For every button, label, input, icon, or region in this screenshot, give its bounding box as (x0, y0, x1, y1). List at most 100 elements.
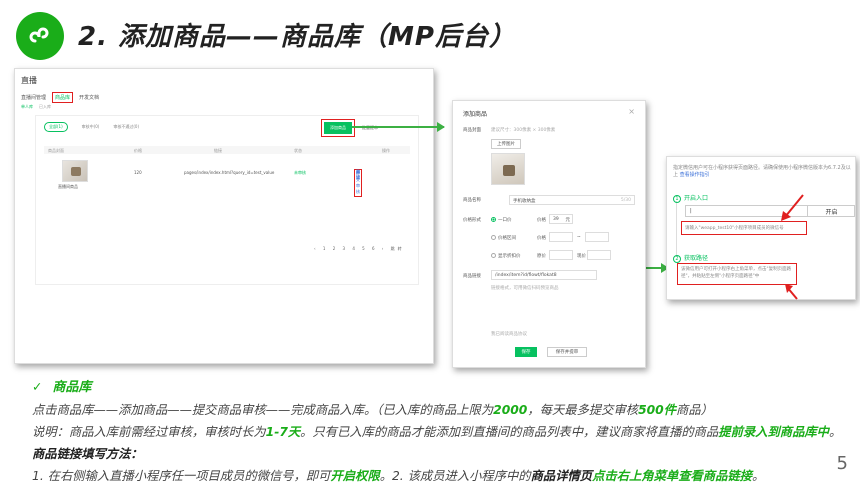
product-library-screenshot: 直播 直播间管理 商品库 开发文档 单人库 已入库 全部(1) 审核中(0) 审… (14, 68, 434, 364)
line4-text: 1. 在右侧输入直播小程序任一项目成员的微信号，即可 (32, 469, 331, 482)
link-hint: 链接格式，可用微信扫码预览商品 (491, 286, 559, 291)
price-range-label: 价格区间 (498, 236, 516, 241)
step-2-hint: 该微信用户可打开小程序右上角菜单，点击"复制页面路径"，并粘贴至左侧"小程序页面… (681, 267, 792, 279)
enable-button[interactable]: 开启 (807, 205, 855, 217)
price-discount-option[interactable]: 显示折扣价 (491, 253, 521, 259)
current-price-label: 现价 (577, 254, 586, 259)
line2-highlight-advice: 提前录入到商品库中 (718, 425, 829, 439)
add-product-dialog-screenshot: 添加商品 × 商品封面 建议尺寸：300像素 × 300像素 上传图片 商品名称… (452, 100, 646, 368)
step-enable: 1 开启入口 (673, 193, 708, 203)
save-and-submit-button[interactable]: 保存并提审 (547, 347, 587, 357)
name-counter: 5/30 (620, 198, 631, 203)
price-fixed-label: 一口价 (498, 218, 512, 223)
save-button[interactable]: 保存 (515, 347, 537, 357)
arrow-to-dialog (352, 122, 445, 132)
radio-icon (491, 235, 496, 240)
original-price-input[interactable] (549, 250, 573, 260)
cover-hint: 建议尺寸：300像素 × 300像素 (491, 128, 556, 133)
slide-title: 2. 添加商品——商品库（MP后台） (78, 22, 516, 52)
current-price-input[interactable] (587, 250, 611, 260)
notes-heading-line: ✓ 商品库 (32, 376, 852, 399)
close-icon[interactable]: × (628, 107, 635, 116)
permission-description: 指定微信用户可在小程序获得页面路径。请确保使用小程序微信版本为6.7.2及以上 … (673, 165, 853, 179)
price-range-min-input[interactable] (549, 232, 573, 242)
product-link-input[interactable]: /index/item?id/flowt/flokat8 (491, 270, 597, 280)
step-2-label: 获取路径 (684, 255, 709, 262)
line1-highlight-daily: 500件 (638, 403, 677, 417)
tab-dev-docs[interactable]: 开发文档 (79, 94, 99, 101)
notes-line-2: 说明：商品入库前需经过审核，审核时长为1-7天。只有已入库的商品才能添加到直播间… (32, 421, 852, 443)
price-fixed-value: 39 (553, 217, 559, 222)
step-1-label: 开启入口 (684, 195, 709, 202)
product-panel: 全部(1) 审核中(0) 审核不通过(0) 添加商品 批量提审 商品封面 价格 … (35, 115, 419, 285)
line2-text-2: 。只有已入库的商品才能添加到直播间的商品列表中，建议商家将直播的商品 (300, 425, 719, 439)
delete-link[interactable]: 删除 (356, 169, 360, 181)
price-label: 价格形式 (463, 218, 481, 223)
red-arrow-icon (781, 194, 804, 221)
line4-text-3: 。 (751, 469, 765, 482)
line1-text-3: 商品） (676, 403, 713, 417)
price-range-option[interactable]: 价格区间 (491, 235, 516, 241)
notes-line-3: 商品链接填写方法： (32, 443, 852, 465)
price-discount-label: 显示折扣价 (498, 254, 521, 259)
filter-all[interactable]: 全部(1) (44, 122, 68, 132)
col-status: 状态 (294, 148, 302, 153)
top-tabs: 直播间管理 商品库 开发文档 (15, 91, 433, 103)
subtab-stored[interactable]: 已入库 (39, 104, 51, 110)
line1-text-2: ，每天最多提交审核 (527, 403, 639, 417)
guide-link[interactable]: 查看操作指引 (680, 172, 710, 178)
link-label: 商品链接 (463, 274, 481, 279)
path-permission-screenshot: 指定微信用户可在小程序获得页面路径。请确保使用小程序微信版本为6.7.2及以上 … (666, 156, 856, 300)
price-unit: 元 (565, 218, 571, 223)
page-header: 直播 (21, 76, 37, 85)
mini-program-icon (29, 27, 49, 43)
product-link: pages/index/index.html?query_id=test_val… (184, 170, 275, 175)
cover-label: 商品封面 (463, 128, 481, 133)
range-separator: ~ (577, 235, 581, 240)
upload-image-button[interactable]: 上传图片 (491, 139, 521, 149)
product-name-input[interactable]: 手机收纳盒 5/30 (509, 195, 635, 205)
step-1-badge: 1 (673, 195, 681, 203)
tab-product-library[interactable]: 商品库 (52, 91, 74, 103)
filter-rejected[interactable]: 审核不通过(0) (113, 124, 139, 130)
tab-room-manage[interactable]: 直播间管理 (21, 94, 46, 101)
filter-reviewing[interactable]: 审核中(0) (82, 124, 100, 130)
table-header: 商品封面 价格 链接 状态 操作 (44, 146, 410, 154)
terms-checkbox[interactable]: 我已阅读商品协议 (491, 331, 527, 337)
input-cursor: | (690, 208, 692, 214)
subtab-pending[interactable]: 单人库 (21, 104, 33, 110)
price-range-max-input[interactable] (585, 232, 609, 242)
line4-bold-detail: 商品详情页 (530, 469, 593, 482)
product-link-value: /index/item?id/flowt/flokat8 (495, 273, 557, 278)
name-label: 商品名称 (463, 198, 481, 203)
original-price-label: 原价 (537, 254, 546, 259)
col-price: 价格 (134, 148, 142, 153)
dialog-title: 添加商品 (463, 111, 488, 118)
mini-program-logo (16, 12, 64, 60)
red-arrow-icon (785, 284, 798, 300)
col-ops: 操作 (382, 148, 390, 153)
sub-tabs: 单人库 已入库 (15, 103, 433, 111)
link-method-heading: 商品链接填写方法： (32, 447, 143, 461)
notes-line-1: 点击商品库——添加商品——提交商品审核——完成商品入库。（已入库的商品上限为20… (32, 399, 852, 421)
notes-heading: 商品库 (52, 380, 92, 395)
explanation-notes: ✓ 商品库 点击商品库——添加商品——提交商品审核——完成商品入库。（已入库的商品… (32, 376, 852, 482)
price-fixed-field-label: 价格 (537, 218, 546, 223)
radio-checked-icon (491, 217, 496, 222)
pagination[interactable]: ‹ 1 2 3 4 5 6 › 跳转 (314, 246, 405, 252)
product-thumbnail (62, 160, 88, 182)
price-fixed-input[interactable]: 39 元 (549, 214, 573, 224)
cover-preview (491, 153, 525, 185)
line2-text: 说明：商品入库前需经过审核，审核时长为 (32, 425, 266, 439)
step-1-hint: 请输入"weapp_test10"小程序项目成员的微信号 (685, 226, 784, 231)
step-connector (676, 201, 677, 257)
col-cover: 商品封面 (48, 148, 64, 153)
add-product-button[interactable]: 添加商品 (321, 119, 355, 137)
step-get-path: 2 获取路径 (673, 253, 708, 263)
check-icon: ✓ (32, 380, 43, 394)
line1-text: 点击商品库——添加商品——提交商品审核——完成商品入库。（已入库的商品上限为 (32, 403, 494, 417)
table-row: 直播间商品 120 pages/index/index.html?query_i… (44, 158, 410, 197)
price-range-field-label: 价格 (537, 236, 546, 241)
price-fixed-option[interactable]: 一口价 (491, 217, 512, 223)
line4-highlight-menu: 点击右上角菜单查看商品链接 (592, 469, 752, 482)
